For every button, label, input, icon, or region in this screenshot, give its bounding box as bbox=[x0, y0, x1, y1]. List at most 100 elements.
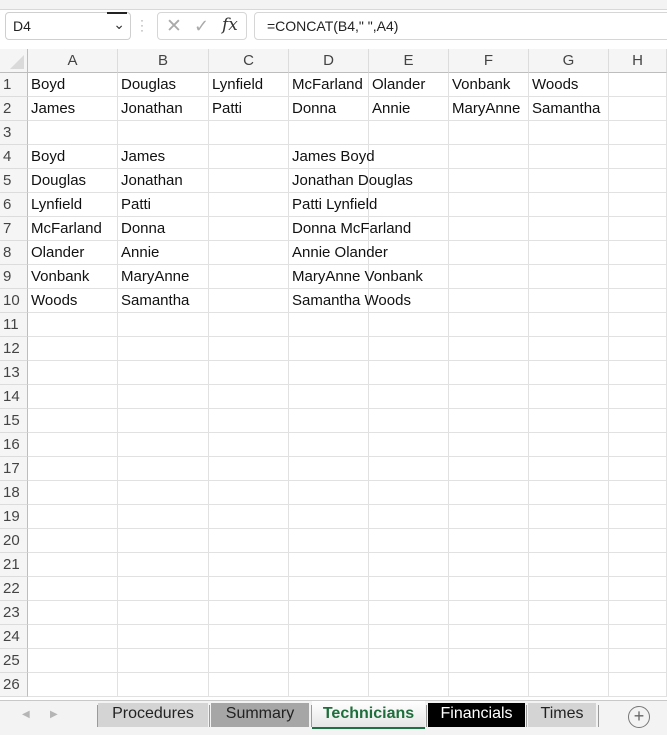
cell-a16[interactable] bbox=[28, 433, 118, 457]
cell-g10[interactable] bbox=[529, 289, 609, 313]
cell-f7[interactable] bbox=[449, 217, 529, 241]
cell-c3[interactable] bbox=[209, 121, 289, 145]
cell-d1[interactable]: McFarland bbox=[289, 73, 369, 97]
cell-h4[interactable] bbox=[609, 145, 667, 169]
cell-a3[interactable] bbox=[28, 121, 118, 145]
column-header-d[interactable]: D bbox=[289, 49, 369, 73]
cell-g15[interactable] bbox=[529, 409, 609, 433]
row-header-19[interactable]: 19 bbox=[0, 505, 28, 529]
cell-g20[interactable] bbox=[529, 529, 609, 553]
cell-b6[interactable]: Patti bbox=[118, 193, 209, 217]
row-header-15[interactable]: 15 bbox=[0, 409, 28, 433]
cell-d20[interactable] bbox=[289, 529, 369, 553]
cell-c5[interactable] bbox=[209, 169, 289, 193]
cell-h15[interactable] bbox=[609, 409, 667, 433]
cell-b7[interactable]: Donna bbox=[118, 217, 209, 241]
cell-c8[interactable] bbox=[209, 241, 289, 265]
row-header-17[interactable]: 17 bbox=[0, 457, 28, 481]
cell-e3[interactable] bbox=[369, 121, 449, 145]
cell-f16[interactable] bbox=[449, 433, 529, 457]
cell-h13[interactable] bbox=[609, 361, 667, 385]
cell-b19[interactable] bbox=[118, 505, 209, 529]
cell-b17[interactable] bbox=[118, 457, 209, 481]
chevron-down-icon[interactable]: ⌄ bbox=[113, 16, 125, 33]
row-header-21[interactable]: 21 bbox=[0, 553, 28, 577]
cell-g8[interactable] bbox=[529, 241, 609, 265]
row-header-24[interactable]: 24 bbox=[0, 625, 28, 649]
cell-d22[interactable] bbox=[289, 577, 369, 601]
cell-d15[interactable] bbox=[289, 409, 369, 433]
cell-c20[interactable] bbox=[209, 529, 289, 553]
cell-e20[interactable] bbox=[369, 529, 449, 553]
cell-g23[interactable] bbox=[529, 601, 609, 625]
cell-a20[interactable] bbox=[28, 529, 118, 553]
cell-c18[interactable] bbox=[209, 481, 289, 505]
column-header-h[interactable]: H bbox=[609, 49, 667, 73]
cell-e21[interactable] bbox=[369, 553, 449, 577]
cell-e12[interactable] bbox=[369, 337, 449, 361]
cell-a25[interactable] bbox=[28, 649, 118, 673]
cell-f5[interactable] bbox=[449, 169, 529, 193]
cell-h8[interactable] bbox=[609, 241, 667, 265]
cell-b18[interactable] bbox=[118, 481, 209, 505]
cell-g12[interactable] bbox=[529, 337, 609, 361]
cell-b8[interactable]: Annie bbox=[118, 241, 209, 265]
cell-h1[interactable] bbox=[609, 73, 667, 97]
cell-b22[interactable] bbox=[118, 577, 209, 601]
cell-h19[interactable] bbox=[609, 505, 667, 529]
cell-h16[interactable] bbox=[609, 433, 667, 457]
row-header-1[interactable]: 1 bbox=[0, 73, 28, 97]
cell-e13[interactable] bbox=[369, 361, 449, 385]
cell-g7[interactable] bbox=[529, 217, 609, 241]
cell-f22[interactable] bbox=[449, 577, 529, 601]
cell-a14[interactable] bbox=[28, 385, 118, 409]
cell-b1[interactable]: Douglas bbox=[118, 73, 209, 97]
cell-g18[interactable] bbox=[529, 481, 609, 505]
cell-c15[interactable] bbox=[209, 409, 289, 433]
cell-a9[interactable]: Vonbank bbox=[28, 265, 118, 289]
cell-g2[interactable]: Samantha bbox=[529, 97, 609, 121]
cell-f12[interactable] bbox=[449, 337, 529, 361]
cell-c14[interactable] bbox=[209, 385, 289, 409]
cell-g24[interactable] bbox=[529, 625, 609, 649]
cell-g25[interactable] bbox=[529, 649, 609, 673]
cell-a21[interactable] bbox=[28, 553, 118, 577]
cell-d12[interactable] bbox=[289, 337, 369, 361]
cell-g1[interactable]: Woods bbox=[529, 73, 609, 97]
cell-d8[interactable]: Annie Olander bbox=[289, 241, 388, 265]
cell-d7[interactable]: Donna McFarland bbox=[289, 217, 411, 241]
cell-c4[interactable] bbox=[209, 145, 289, 169]
column-header-f[interactable]: F bbox=[449, 49, 529, 73]
row-header-4[interactable]: 4 bbox=[0, 145, 28, 169]
row-header-13[interactable]: 13 bbox=[0, 361, 28, 385]
cell-d14[interactable] bbox=[289, 385, 369, 409]
cell-a2[interactable]: James bbox=[28, 97, 118, 121]
cell-b24[interactable] bbox=[118, 625, 209, 649]
cell-a18[interactable] bbox=[28, 481, 118, 505]
cell-h25[interactable] bbox=[609, 649, 667, 673]
cell-g17[interactable] bbox=[529, 457, 609, 481]
cell-f24[interactable] bbox=[449, 625, 529, 649]
row-header-9[interactable]: 9 bbox=[0, 265, 28, 289]
cell-b2[interactable]: Jonathan bbox=[118, 97, 209, 121]
cell-f14[interactable] bbox=[449, 385, 529, 409]
more-options-icon[interactable]: · · · bbox=[140, 14, 144, 36]
cell-d25[interactable] bbox=[289, 649, 369, 673]
cell-h9[interactable] bbox=[609, 265, 667, 289]
cell-b13[interactable] bbox=[118, 361, 209, 385]
cell-f20[interactable] bbox=[449, 529, 529, 553]
sheet-tab-summary[interactable]: Summary bbox=[211, 703, 309, 727]
cell-c23[interactable] bbox=[209, 601, 289, 625]
cell-e15[interactable] bbox=[369, 409, 449, 433]
cell-f17[interactable] bbox=[449, 457, 529, 481]
cell-a17[interactable] bbox=[28, 457, 118, 481]
cell-a6[interactable]: Lynfield bbox=[28, 193, 118, 217]
cell-h26[interactable] bbox=[609, 673, 667, 697]
cell-d13[interactable] bbox=[289, 361, 369, 385]
cell-e11[interactable] bbox=[369, 313, 449, 337]
cell-d10[interactable]: Samantha Woods bbox=[289, 289, 411, 313]
cell-f18[interactable] bbox=[449, 481, 529, 505]
row-header-7[interactable]: 7 bbox=[0, 217, 28, 241]
cell-e6[interactable] bbox=[369, 193, 449, 217]
cell-h7[interactable] bbox=[609, 217, 667, 241]
